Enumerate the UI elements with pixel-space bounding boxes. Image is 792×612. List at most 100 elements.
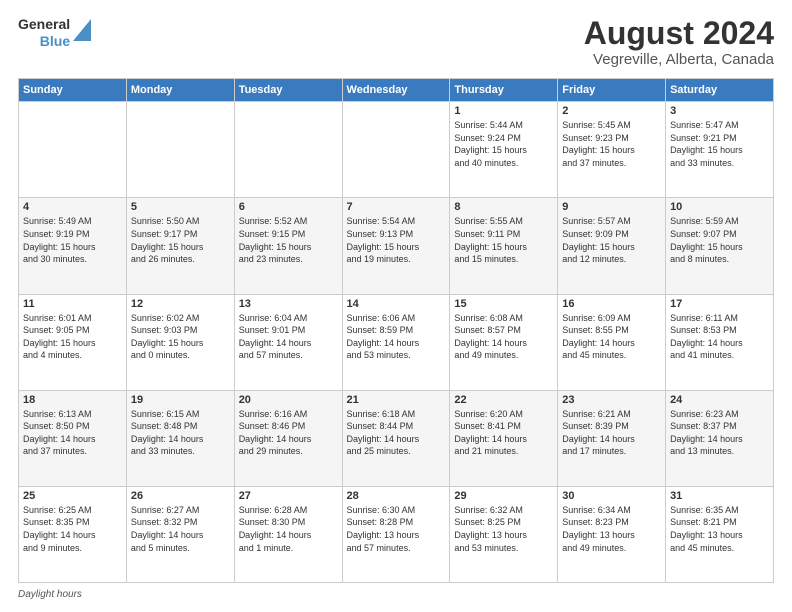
footer: Daylight hours	[18, 589, 774, 600]
table-row: 20 Sunrise: 6:16 AMSunset: 8:46 PMDayligh…	[234, 390, 342, 486]
table-row: 13 Sunrise: 6:04 AMSunset: 9:01 PMDayligh…	[234, 294, 342, 390]
day-number: 29	[454, 490, 553, 502]
day-info: Sunrise: 6:08 AMSunset: 8:57 PMDaylight:…	[454, 312, 553, 362]
day-info: Sunrise: 6:27 AMSunset: 8:32 PMDaylight:…	[131, 504, 230, 554]
day-info: Sunrise: 6:01 AMSunset: 9:05 PMDaylight:…	[23, 312, 122, 362]
table-row: 11 Sunrise: 6:01 AMSunset: 9:05 PMDayligh…	[19, 294, 127, 390]
day-number: 26	[131, 490, 230, 502]
table-row: 29 Sunrise: 6:32 AMSunset: 8:25 PMDayligh…	[450, 486, 558, 582]
calendar-week-3: 11 Sunrise: 6:01 AMSunset: 9:05 PMDayligh…	[19, 294, 774, 390]
header: General Blue August 2024 Vegreville, Alb…	[18, 16, 774, 68]
day-number: 15	[454, 298, 553, 310]
day-number: 13	[239, 298, 338, 310]
day-number: 21	[347, 394, 446, 406]
day-info: Sunrise: 5:49 AMSunset: 9:19 PMDaylight:…	[23, 215, 122, 265]
calendar-week-5: 25 Sunrise: 6:25 AMSunset: 8:35 PMDayligh…	[19, 486, 774, 582]
day-info: Sunrise: 6:15 AMSunset: 8:48 PMDaylight:…	[131, 408, 230, 458]
table-row: 22Sunrise: 6:20 AMSunset: 8:41 PMDayligh…	[450, 390, 558, 486]
logo-general: General	[18, 16, 70, 33]
day-info: Sunrise: 5:55 AMSunset: 9:11 PMDaylight:…	[454, 215, 553, 265]
day-info: Sunrise: 6:25 AMSunset: 8:35 PMDaylight:…	[23, 504, 122, 554]
logo-blue: Blue	[40, 33, 70, 50]
day-number: 24	[670, 394, 769, 406]
day-info: Sunrise: 6:30 AMSunset: 8:28 PMDaylight:…	[347, 504, 446, 554]
page-title: August 2024	[584, 16, 774, 51]
day-number: 11	[23, 298, 122, 310]
day-info: Sunrise: 6:21 AMSunset: 8:39 PMDaylight:…	[562, 408, 661, 458]
day-info: Sunrise: 6:16 AMSunset: 8:46 PMDaylight:…	[239, 408, 338, 458]
calendar-week-2: 4Sunrise: 5:49 AMSunset: 9:19 PMDaylight…	[19, 198, 774, 294]
table-row: 2 Sunrise: 5:45 AMSunset: 9:23 PMDaylight…	[558, 102, 666, 198]
day-info: Sunrise: 6:13 AMSunset: 8:50 PMDaylight:…	[23, 408, 122, 458]
table-row: 18 Sunrise: 6:13 AMSunset: 8:50 PMDayligh…	[19, 390, 127, 486]
day-info: Sunrise: 6:35 AMSunset: 8:21 PMDaylight:…	[670, 504, 769, 554]
table-row: 14 Sunrise: 6:06 AMSunset: 8:59 PMDayligh…	[342, 294, 450, 390]
col-saturday: Saturday	[666, 79, 774, 102]
table-row	[19, 102, 127, 198]
table-row: 16Sunrise: 6:09 AMSunset: 8:55 PMDayligh…	[558, 294, 666, 390]
day-number: 19	[131, 394, 230, 406]
table-row: 6 Sunrise: 5:52 AMSunset: 9:15 PMDaylight…	[234, 198, 342, 294]
day-number: 3	[670, 105, 769, 117]
day-number: 6	[239, 201, 338, 213]
table-row: 12Sunrise: 6:02 AMSunset: 9:03 PMDayligh…	[126, 294, 234, 390]
day-number: 2	[562, 105, 661, 117]
calendar-week-4: 18 Sunrise: 6:13 AMSunset: 8:50 PMDayligh…	[19, 390, 774, 486]
table-row: 1Sunrise: 5:44 AMSunset: 9:24 PMDaylight…	[450, 102, 558, 198]
page: General Blue August 2024 Vegreville, Alb…	[0, 0, 792, 612]
table-row: 15 Sunrise: 6:08 AMSunset: 8:57 PMDayligh…	[450, 294, 558, 390]
day-number: 7	[347, 201, 446, 213]
day-number: 16	[562, 298, 661, 310]
table-row: 27Sunrise: 6:28 AMSunset: 8:30 PMDayligh…	[234, 486, 342, 582]
table-row	[234, 102, 342, 198]
day-info: Sunrise: 6:02 AMSunset: 9:03 PMDaylight:…	[131, 312, 230, 362]
day-number: 28	[347, 490, 446, 502]
col-monday: Monday	[126, 79, 234, 102]
table-row: 19 Sunrise: 6:15 AMSunset: 8:48 PMDayligh…	[126, 390, 234, 486]
day-info: Sunrise: 5:47 AMSunset: 9:21 PMDaylight:…	[670, 119, 769, 169]
table-row: 5Sunrise: 5:50 AMSunset: 9:17 PMDaylight…	[126, 198, 234, 294]
day-info: Sunrise: 6:06 AMSunset: 8:59 PMDaylight:…	[347, 312, 446, 362]
logo-icon	[73, 19, 91, 41]
day-info: Sunrise: 5:52 AMSunset: 9:15 PMDaylight:…	[239, 215, 338, 265]
day-number: 17	[670, 298, 769, 310]
day-info: Sunrise: 6:28 AMSunset: 8:30 PMDaylight:…	[239, 504, 338, 554]
day-number: 20	[239, 394, 338, 406]
col-sunday: Sunday	[19, 79, 127, 102]
table-row: 31Sunrise: 6:35 AMSunset: 8:21 PMDayligh…	[666, 486, 774, 582]
day-info: Sunrise: 6:32 AMSunset: 8:25 PMDaylight:…	[454, 504, 553, 554]
day-number: 30	[562, 490, 661, 502]
calendar-header-row: Sunday Monday Tuesday Wednesday Thursday…	[19, 79, 774, 102]
day-number: 14	[347, 298, 446, 310]
table-row: 21Sunrise: 6:18 AMSunset: 8:44 PMDayligh…	[342, 390, 450, 486]
table-row: 23Sunrise: 6:21 AMSunset: 8:39 PMDayligh…	[558, 390, 666, 486]
day-number: 25	[23, 490, 122, 502]
col-thursday: Thursday	[450, 79, 558, 102]
table-row: 4Sunrise: 5:49 AMSunset: 9:19 PMDaylight…	[19, 198, 127, 294]
day-info: Sunrise: 5:59 AMSunset: 9:07 PMDaylight:…	[670, 215, 769, 265]
day-number: 10	[670, 201, 769, 213]
day-number: 8	[454, 201, 553, 213]
title-block: August 2024 Vegreville, Alberta, Canada	[584, 16, 774, 68]
table-row: 25 Sunrise: 6:25 AMSunset: 8:35 PMDayligh…	[19, 486, 127, 582]
day-info: Sunrise: 6:04 AMSunset: 9:01 PMDaylight:…	[239, 312, 338, 362]
table-row: 26 Sunrise: 6:27 AMSunset: 8:32 PMDayligh…	[126, 486, 234, 582]
col-tuesday: Tuesday	[234, 79, 342, 102]
table-row: 3 Sunrise: 5:47 AMSunset: 9:21 PMDaylight…	[666, 102, 774, 198]
page-subtitle: Vegreville, Alberta, Canada	[584, 51, 774, 68]
day-info: Sunrise: 5:57 AMSunset: 9:09 PMDaylight:…	[562, 215, 661, 265]
table-row: 24 Sunrise: 6:23 AMSunset: 8:37 PMDayligh…	[666, 390, 774, 486]
day-info: Sunrise: 6:23 AMSunset: 8:37 PMDaylight:…	[670, 408, 769, 458]
table-row: 10 Sunrise: 5:59 AMSunset: 9:07 PMDayligh…	[666, 198, 774, 294]
table-row: 28 Sunrise: 6:30 AMSunset: 8:28 PMDayligh…	[342, 486, 450, 582]
table-row: 7Sunrise: 5:54 AMSunset: 9:13 PMDaylight…	[342, 198, 450, 294]
day-info: Sunrise: 6:11 AMSunset: 8:53 PMDaylight:…	[670, 312, 769, 362]
table-row: 30 Sunrise: 6:34 AMSunset: 8:23 PMDayligh…	[558, 486, 666, 582]
day-info: Sunrise: 5:45 AMSunset: 9:23 PMDaylight:…	[562, 119, 661, 169]
table-row: 8 Sunrise: 5:55 AMSunset: 9:11 PMDaylight…	[450, 198, 558, 294]
day-info: Sunrise: 5:44 AMSunset: 9:24 PMDaylight:…	[454, 119, 553, 169]
col-wednesday: Wednesday	[342, 79, 450, 102]
day-number: 18	[23, 394, 122, 406]
day-info: Sunrise: 6:20 AMSunset: 8:41 PMDaylight:…	[454, 408, 553, 458]
day-info: Sunrise: 6:34 AMSunset: 8:23 PMDaylight:…	[562, 504, 661, 554]
